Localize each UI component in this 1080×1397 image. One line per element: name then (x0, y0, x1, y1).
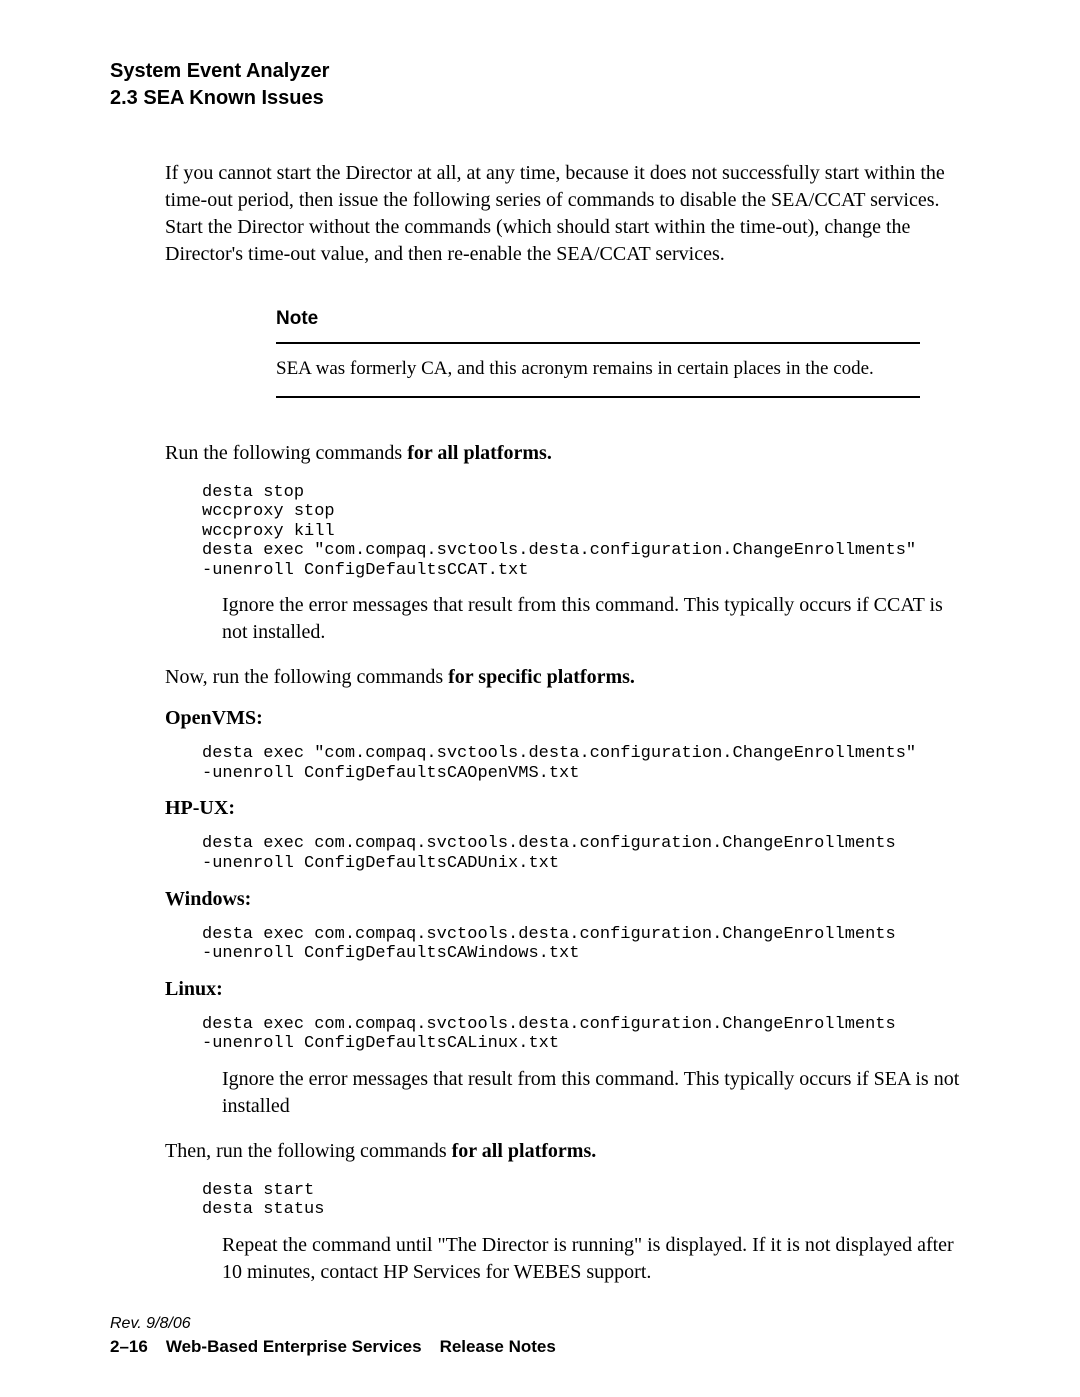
note-rule-top (276, 342, 920, 344)
ignore-note-2: Ignore the error messages that result fr… (222, 1066, 970, 1120)
footer-doc-title: Web-Based Enterprise Services (166, 1337, 422, 1356)
run3-prefix: Then, run the following commands (165, 1140, 452, 1162)
intro-paragraph: If you cannot start the Director at all,… (165, 160, 970, 268)
header-title-1: System Event Analyzer (110, 58, 970, 85)
note-text: SEA was formerly CA, and this acronym re… (276, 356, 920, 382)
page-header: System Event Analyzer 2.3 SEA Known Issu… (110, 58, 970, 112)
code-hpux: desta exec com.compaq.svctools.desta.con… (202, 834, 970, 873)
code-block-3: desta start desta status (202, 1181, 970, 1220)
note-rule-bottom (276, 396, 920, 398)
run2-prefix: Now, run the following commands (165, 666, 448, 688)
code-openvms: desta exec "com.compaq.svctools.desta.co… (202, 744, 970, 783)
run-all-platforms-2: Then, run the following commands for all… (165, 1140, 970, 1163)
page-footer: Rev. 9/8/06 2–16 Web-Based Enterprise Ser… (110, 1315, 556, 1357)
header-title-2: 2.3 SEA Known Issues (110, 85, 970, 112)
run3-bold: for all platforms. (452, 1140, 597, 1162)
run-all-platforms-1: Run the following commands for all platf… (165, 442, 970, 465)
platform-windows-label: Windows: (165, 888, 970, 911)
footer-revision: Rev. 9/8/06 (110, 1315, 556, 1333)
document-page: System Event Analyzer 2.3 SEA Known Issu… (0, 0, 1080, 1346)
footer-line: 2–16 Web-Based Enterprise Services Release… (110, 1337, 556, 1357)
code-windows: desta exec com.compaq.svctools.desta.con… (202, 925, 970, 964)
footer-section: Release Notes (440, 1337, 556, 1356)
run1-bold: for all platforms. (407, 442, 552, 464)
run-specific-platforms: Now, run the following commands for spec… (165, 666, 970, 689)
note-block: Note SEA was formerly CA, and this acron… (276, 308, 920, 398)
repeat-note: Repeat the command until "The Director i… (222, 1232, 970, 1286)
run1-prefix: Run the following commands (165, 442, 407, 464)
platform-hpux-label: HP-UX: (165, 797, 970, 820)
code-block-1: desta stop wccproxy stop wccproxy kill d… (202, 483, 970, 581)
ignore-note-1: Ignore the error messages that result fr… (222, 592, 970, 646)
platform-openvms-label: OpenVMS: (165, 707, 970, 730)
code-linux: desta exec com.compaq.svctools.desta.con… (202, 1015, 970, 1054)
note-label: Note (276, 308, 920, 330)
platform-linux-label: Linux: (165, 978, 970, 1001)
footer-page-number: 2–16 (110, 1337, 148, 1356)
run2-bold: for specific platforms. (448, 666, 635, 688)
